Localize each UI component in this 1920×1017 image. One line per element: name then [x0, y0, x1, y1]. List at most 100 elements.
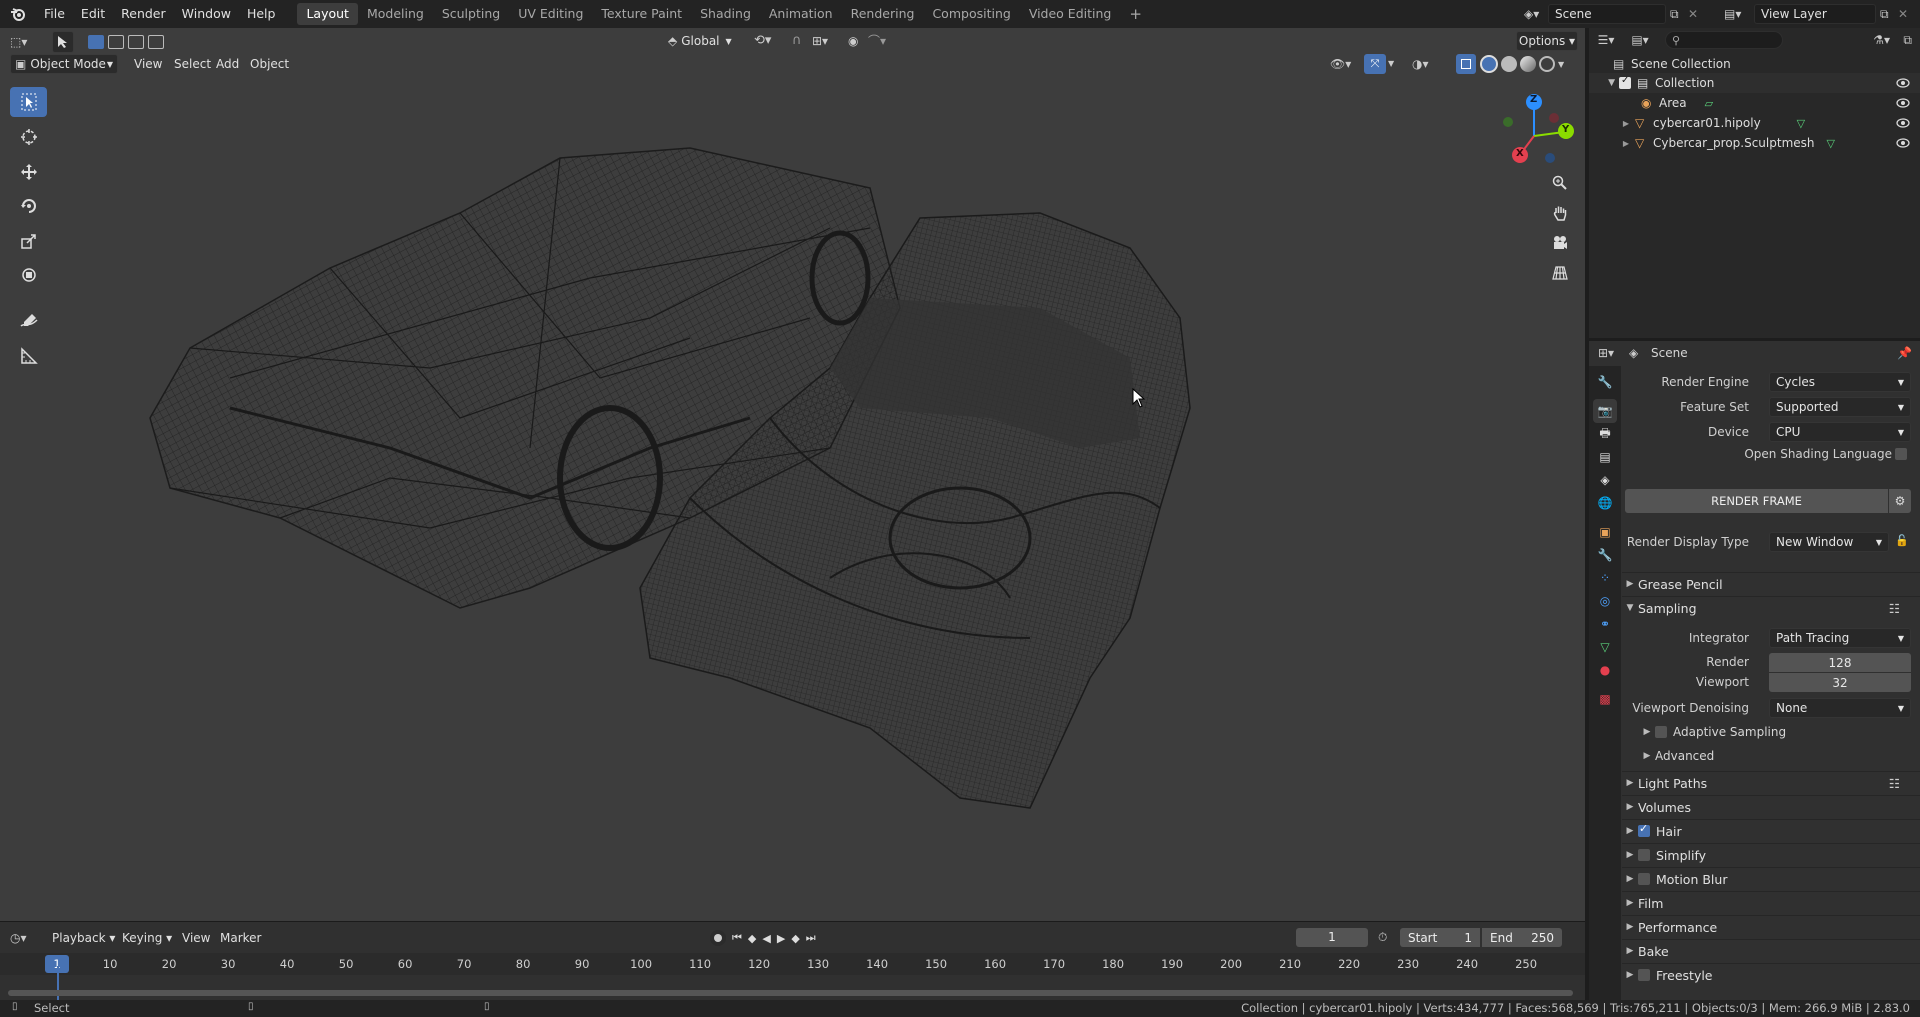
move-tool[interactable]: [10, 157, 47, 187]
world-tab-icon[interactable]: 🌐: [1593, 491, 1617, 515]
tab-compositing[interactable]: Compositing: [923, 3, 1019, 25]
timeline-menu-view[interactable]: View: [176, 928, 216, 948]
mode-dropdown[interactable]: ▣ Object Mode ▼: [10, 54, 118, 74]
properties-editor-type-icon[interactable]: ⊞▾: [1589, 346, 1623, 360]
jump-end-icon[interactable]: ⏭: [806, 931, 816, 945]
material-tab-icon[interactable]: ●: [1593, 658, 1617, 682]
tab-animation[interactable]: Animation: [760, 3, 842, 25]
new-collection-icon[interactable]: ⧉: [1903, 33, 1912, 48]
view-layer-field[interactable]: View Layer: [1754, 4, 1876, 24]
viewport-menu-object[interactable]: Object: [244, 54, 295, 74]
jump-start-icon[interactable]: ⏮: [732, 931, 742, 945]
subpanel-adaptive-sampling[interactable]: ▶ Adaptive Sampling: [1639, 722, 1909, 742]
view-layer-selector[interactable]: ▤▾ View Layer ⧉ ✕: [1724, 3, 1920, 25]
snap-toggle-icon[interactable]: ∩: [792, 31, 812, 51]
visibility-eye-icon[interactable]: [1896, 98, 1910, 108]
start-frame-field[interactable]: Start 1: [1400, 928, 1480, 947]
motion-blur-checkbox[interactable]: [1638, 873, 1650, 885]
record-icon[interactable]: [710, 930, 726, 946]
texture-tab-icon[interactable]: ▩: [1593, 687, 1617, 711]
overlays-toggle-icon[interactable]: ◑▾: [1412, 54, 1440, 74]
remove-view-layer-icon[interactable]: ✕: [1898, 7, 1912, 21]
transform-tool[interactable]: [10, 260, 47, 290]
perspective-toggle-icon[interactable]: [1547, 260, 1573, 286]
scene-name-field[interactable]: Scene: [1548, 4, 1666, 24]
navigation-gizmo[interactable]: Z Y X: [1494, 88, 1578, 178]
outliner-row-scene-collection[interactable]: ▤ Scene Collection: [1589, 54, 1920, 74]
data-tab-icon[interactable]: ▽: [1593, 635, 1617, 659]
measure-tool[interactable]: [10, 341, 47, 371]
panel-freestyle[interactable]: ▶ Freestyle: [1622, 963, 1920, 986]
transform-orientation-dropdown[interactable]: ⬘ Global ▼: [668, 31, 746, 51]
select-extend-icon[interactable]: [108, 35, 124, 49]
annotate-tool[interactable]: [10, 306, 47, 336]
constraints-tab-icon[interactable]: ⚭: [1593, 612, 1617, 636]
device-dropdown[interactable]: CPU ▼: [1769, 422, 1911, 442]
timeline-menu-keying[interactable]: Keying ▾: [116, 928, 178, 948]
physics-tab-icon[interactable]: ◎: [1593, 589, 1617, 613]
rendered-shading-icon[interactable]: [1539, 56, 1555, 72]
scale-tool[interactable]: [10, 226, 47, 256]
play-reverse-icon[interactable]: ◀: [762, 932, 770, 945]
viewport-denoising-dropdown[interactable]: None ▼: [1769, 698, 1911, 718]
playhead-line[interactable]: [57, 966, 59, 1002]
wireframe-shading-icon[interactable]: [1480, 55, 1498, 73]
blender-logo-icon[interactable]: [0, 0, 36, 28]
tab-video-editing[interactable]: Video Editing: [1020, 3, 1121, 25]
selection-mode-icons[interactable]: [88, 32, 184, 52]
proportional-falloff-icon[interactable]: ⌒▾: [868, 31, 896, 51]
tool-tab-icon[interactable]: 🔧: [1593, 370, 1617, 394]
xray-toggle-icon[interactable]: [1456, 54, 1476, 74]
tab-texture-paint[interactable]: Texture Paint: [592, 3, 691, 25]
render-tab-icon[interactable]: 📷: [1593, 399, 1617, 423]
simplify-checkbox[interactable]: [1638, 849, 1650, 861]
view-layer-tab-icon[interactable]: ▤: [1593, 445, 1617, 469]
expand-chevron-icon[interactable]: ▼: [1589, 78, 1619, 88]
particles-tab-icon[interactable]: ⁘: [1593, 566, 1617, 590]
menu-render[interactable]: Render: [113, 0, 174, 28]
render-settings-icon[interactable]: ⚙: [1889, 489, 1911, 513]
object-tab-icon[interactable]: ▣: [1593, 520, 1617, 544]
visibility-eye-icon[interactable]: [1896, 78, 1910, 88]
tool-select-box-icon[interactable]: [52, 31, 74, 53]
tab-modeling[interactable]: Modeling: [358, 3, 433, 25]
cursor-tool[interactable]: [10, 122, 47, 152]
remove-scene-icon[interactable]: ✕: [1688, 7, 1702, 21]
panel-light-paths[interactable]: ▶ Light Paths ☷: [1622, 771, 1920, 794]
gizmo-dropdown-icon[interactable]: ▼: [1388, 54, 1400, 74]
presets-icon[interactable]: ☷: [1889, 601, 1900, 616]
timeline-editor[interactable]: ◷▾ Playback ▾ Keying ▾ View Marker ⏮ ◆ ◀…: [0, 921, 1585, 1004]
pin-icon[interactable]: 📌: [1897, 346, 1912, 360]
presets-icon[interactable]: ☷: [1889, 776, 1900, 791]
select-box-tool[interactable]: [10, 87, 47, 117]
timeline-scrollbar[interactable]: [8, 990, 1573, 996]
expand-chevron-icon[interactable]: ▶: [1589, 139, 1635, 148]
next-keyframe-icon[interactable]: ◆: [791, 932, 799, 945]
render-samples-field[interactable]: 128: [1769, 653, 1911, 672]
scene-selector[interactable]: ◈▾ Scene ⧉ ✕: [1524, 3, 1704, 25]
tab-sculpting[interactable]: Sculpting: [433, 3, 509, 25]
collection-checkbox[interactable]: ✓: [1619, 75, 1631, 89]
stopwatch-icon[interactable]: ⏱: [1378, 928, 1396, 947]
adaptive-sampling-checkbox[interactable]: [1655, 726, 1667, 738]
outliner-row-cybercar-hipoly[interactable]: ▶ ▽ cybercar01.hipoly ▽: [1589, 113, 1920, 133]
visibility-eye-icon[interactable]: [1896, 138, 1910, 148]
options-dropdown[interactable]: Options ▾: [1516, 31, 1578, 51]
outliner-row-area-light[interactable]: ◉ Area ⏥: [1589, 93, 1920, 113]
tab-layout[interactable]: Layout: [297, 3, 358, 25]
duplicate-scene-icon[interactable]: ⧉: [1670, 7, 1688, 22]
rotate-tool[interactable]: [10, 191, 47, 221]
lock-interface-icon[interactable]: 🔓: [1895, 534, 1909, 547]
visibility-eye-icon[interactable]: [1896, 118, 1910, 128]
render-frame-button[interactable]: RENDER FRAME: [1625, 489, 1888, 513]
scene-tab-icon[interactable]: ◈: [1593, 468, 1617, 492]
frame-ruler[interactable]: 1 10 20 30 40 50 60 70 80 90 100 110 120 130 140 150 160…: [0, 953, 1585, 975]
chevron-down-icon[interactable]: ▼: [1558, 60, 1564, 69]
panel-motion-blur[interactable]: ▶ Motion Blur: [1622, 867, 1920, 890]
panel-film[interactable]: ▶ Film: [1622, 891, 1920, 914]
expand-chevron-icon[interactable]: ▶: [1589, 119, 1635, 128]
viewport-samples-field[interactable]: 32: [1769, 673, 1911, 692]
modifier-tab-icon[interactable]: 🔧: [1593, 543, 1617, 567]
material-shading-icon[interactable]: [1520, 56, 1536, 72]
select-intersect-icon[interactable]: [148, 35, 164, 49]
